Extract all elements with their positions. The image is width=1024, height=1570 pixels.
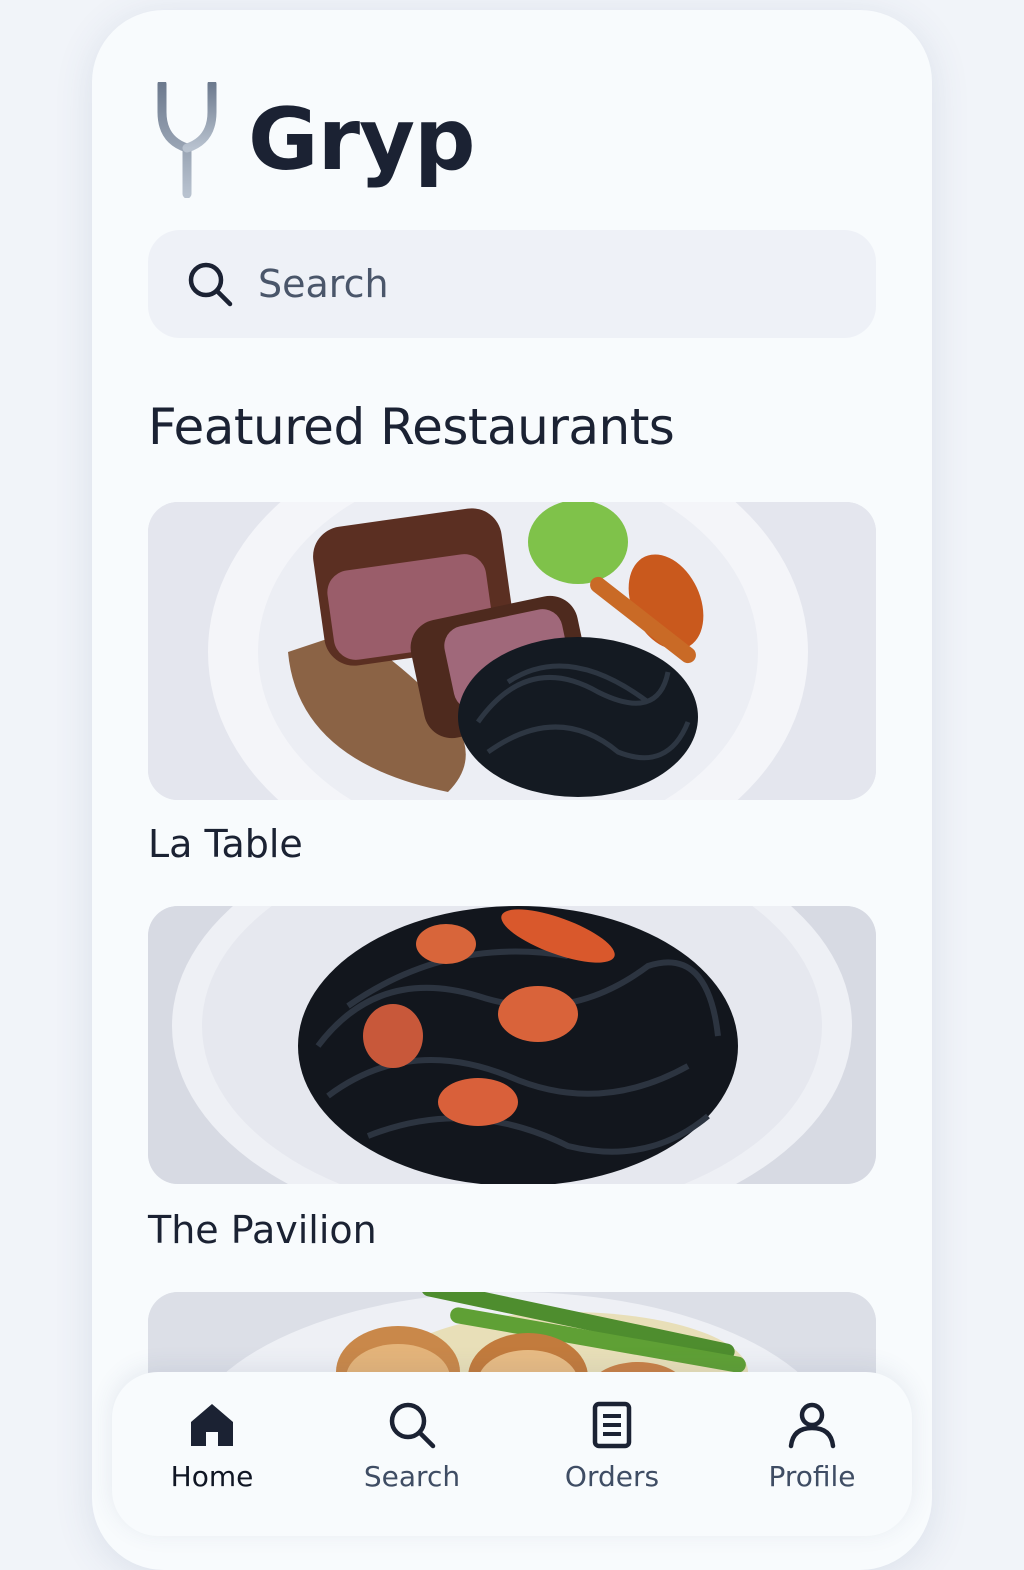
search-input[interactable] xyxy=(256,261,820,307)
tab-profile[interactable]: Profile xyxy=(727,1400,897,1493)
tab-home[interactable]: Home xyxy=(127,1400,297,1493)
restaurant-image-la-table[interactable] xyxy=(148,502,876,800)
tab-search[interactable]: Search xyxy=(327,1400,497,1493)
restaurant-image-the-pavilion[interactable] xyxy=(148,906,876,1184)
tab-label: Orders xyxy=(564,1460,660,1493)
home-icon xyxy=(191,1404,233,1446)
tab-label: Profile xyxy=(768,1460,856,1493)
tab-label: Search xyxy=(363,1460,461,1493)
orders-icon xyxy=(592,1401,632,1449)
tab-label: Home xyxy=(170,1460,254,1493)
squid-ink-pasta-image xyxy=(148,906,876,1184)
restaurant-name[interactable]: La Table xyxy=(148,822,303,866)
bottom-tab-bar: Home Search Orders Profile xyxy=(112,1372,912,1536)
search-bar[interactable] xyxy=(148,230,876,338)
fork-logo-icon xyxy=(157,82,217,198)
restaurant-name[interactable]: The Pavilion xyxy=(148,1208,377,1252)
section-title: Featured Restaurants xyxy=(148,398,675,456)
steak-dish-image xyxy=(148,502,876,800)
app-screen: Gryp Featured Restaurants La Table xyxy=(92,10,932,1570)
search-icon xyxy=(389,1402,436,1449)
search-icon xyxy=(188,262,233,307)
tab-orders[interactable]: Orders xyxy=(527,1400,697,1493)
app-brand-name: Gryp xyxy=(248,90,476,190)
profile-icon xyxy=(788,1402,836,1449)
app-header: Gryp xyxy=(152,80,476,200)
